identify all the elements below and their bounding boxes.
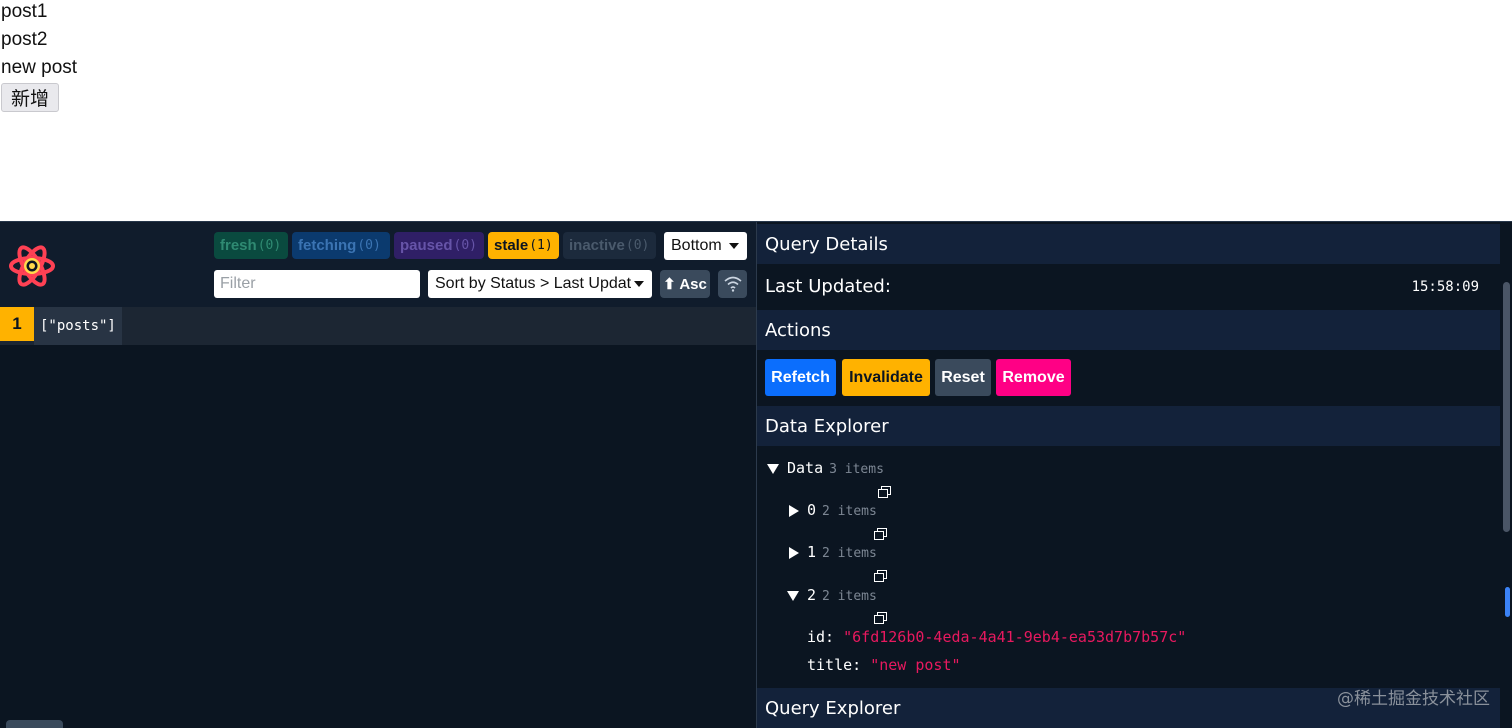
paused-label: paused bbox=[400, 237, 453, 254]
collapsed-arrow-icon bbox=[789, 504, 799, 517]
remove-button[interactable]: Remove bbox=[996, 359, 1071, 396]
panel-position-value: Bottom bbox=[671, 237, 722, 254]
app-page: post1 post2 new post 新增 bbox=[0, 0, 1512, 222]
field-key: title: bbox=[807, 656, 862, 674]
fresh-count: (0) bbox=[257, 238, 282, 253]
chevron-down-icon bbox=[634, 281, 644, 287]
sort-direction-button[interactable]: ⬆ Asc bbox=[660, 270, 710, 298]
post-item: post1 bbox=[1, 1, 48, 22]
actions-bar: Refetch Invalidate Reset Remove bbox=[757, 350, 1501, 405]
paused-count: (0) bbox=[453, 238, 477, 253]
scrollbar-thumb[interactable] bbox=[1503, 282, 1510, 532]
tree-node-label: Data bbox=[787, 459, 824, 477]
wifi-icon bbox=[723, 276, 742, 292]
tree-node-1[interactable]: 1 2 items bbox=[787, 543, 877, 561]
collapsed-arrow-icon bbox=[789, 546, 799, 559]
tree-node-meta: 3 items bbox=[829, 462, 884, 477]
refetch-button[interactable]: Refetch bbox=[765, 359, 836, 396]
copy-icon[interactable] bbox=[878, 486, 891, 498]
last-updated-row: Last Updated: 15:58:09 bbox=[757, 264, 1501, 309]
tree-node-label: 0 bbox=[807, 501, 817, 519]
tree-node-meta: 2 items bbox=[822, 504, 877, 519]
query-key[interactable]: ["posts"] bbox=[34, 307, 122, 345]
query-details-pane: Query Details Last Updated: 15:58:09 Act… bbox=[756, 222, 1512, 728]
add-post-button[interactable]: 新增 bbox=[1, 83, 59, 112]
fresh-badge: fresh (0) bbox=[214, 232, 288, 259]
field-value: "new post" bbox=[870, 656, 961, 674]
tree-field-title: title: "new post" bbox=[807, 656, 961, 674]
fresh-label: fresh bbox=[220, 237, 257, 254]
tree-node-data[interactable]: Data 3 items bbox=[767, 459, 884, 477]
fetching-badge: fetching (0) bbox=[292, 232, 390, 259]
filter-input[interactable] bbox=[214, 270, 420, 298]
query-devtools-panel: fresh (0) fetching (0) paused (0) stale (1) … bbox=[0, 221, 1512, 728]
sort-select-value: Sort by Status > Last Updated bbox=[435, 275, 631, 292]
reset-button[interactable]: Reset bbox=[935, 359, 991, 396]
chevron-down-icon bbox=[729, 243, 739, 249]
tree-node-meta: 2 items bbox=[822, 589, 877, 604]
query-observer-count: 1 bbox=[0, 307, 34, 341]
copy-icon[interactable] bbox=[874, 570, 887, 582]
last-updated-value: 15:58:09 bbox=[1411, 279, 1479, 295]
query-details-title: Query Details bbox=[757, 224, 1501, 264]
data-explorer: Data 3 items 0 2 items 1 2 items 2 2 items i… bbox=[757, 446, 1501, 686]
tree-field-id: id: "6fd126b0-4eda-4a41-9eb4-ea53d7b7b57… bbox=[807, 628, 1186, 646]
tree-node-label: 1 bbox=[807, 543, 817, 561]
stale-count: (1) bbox=[529, 238, 553, 253]
mock-offline-button[interactable] bbox=[718, 270, 747, 298]
post-item: new post bbox=[1, 57, 78, 78]
query-row[interactable]: 1 ["posts"] bbox=[0, 307, 756, 345]
inactive-badge: inactive (0) bbox=[563, 232, 656, 259]
field-value: "6fd126b0-4eda-4a41-9eb4-ea53d7b7b57c" bbox=[843, 628, 1187, 646]
fetching-label: fetching bbox=[298, 237, 357, 254]
invalidate-button[interactable]: Invalidate bbox=[842, 359, 930, 396]
actions-title: Actions bbox=[757, 310, 1501, 350]
tree-node-0[interactable]: 0 2 items bbox=[787, 501, 877, 519]
tree-node-meta: 2 items bbox=[822, 546, 877, 561]
expanded-arrow-icon bbox=[787, 590, 799, 601]
watermark: @稀土掘金技术社区 bbox=[1337, 689, 1490, 709]
copy-icon[interactable] bbox=[874, 528, 887, 540]
tree-node-label: 2 bbox=[807, 586, 817, 604]
expanded-arrow-icon bbox=[767, 463, 779, 474]
post-item: post2 bbox=[1, 29, 48, 50]
details-scrollbar[interactable] bbox=[1500, 222, 1512, 728]
inactive-count: (0) bbox=[625, 238, 650, 253]
sort-select[interactable]: Sort by Status > Last Updated bbox=[428, 270, 652, 298]
stale-label: stale bbox=[494, 237, 529, 254]
query-list-pane: fresh (0) fetching (0) paused (0) stale (1) … bbox=[0, 222, 756, 728]
data-explorer-title: Data Explorer bbox=[757, 406, 1501, 446]
copy-icon[interactable] bbox=[874, 612, 887, 624]
fetching-count: (0) bbox=[357, 238, 381, 253]
inactive-label: inactive bbox=[569, 237, 625, 254]
tree-node-2[interactable]: 2 2 items bbox=[787, 586, 877, 604]
scroll-position-marker bbox=[1505, 587, 1510, 617]
react-query-logo-icon[interactable] bbox=[8, 242, 56, 290]
stale-badge: stale (1) bbox=[488, 232, 559, 259]
field-key: id: bbox=[807, 628, 835, 646]
devtools-header: fresh (0) fetching (0) paused (0) stale (1) … bbox=[0, 222, 756, 307]
last-updated-label: Last Updated: bbox=[765, 276, 891, 297]
panel-position-select[interactable]: Bottom bbox=[664, 232, 747, 260]
paused-badge: paused (0) bbox=[394, 232, 484, 259]
